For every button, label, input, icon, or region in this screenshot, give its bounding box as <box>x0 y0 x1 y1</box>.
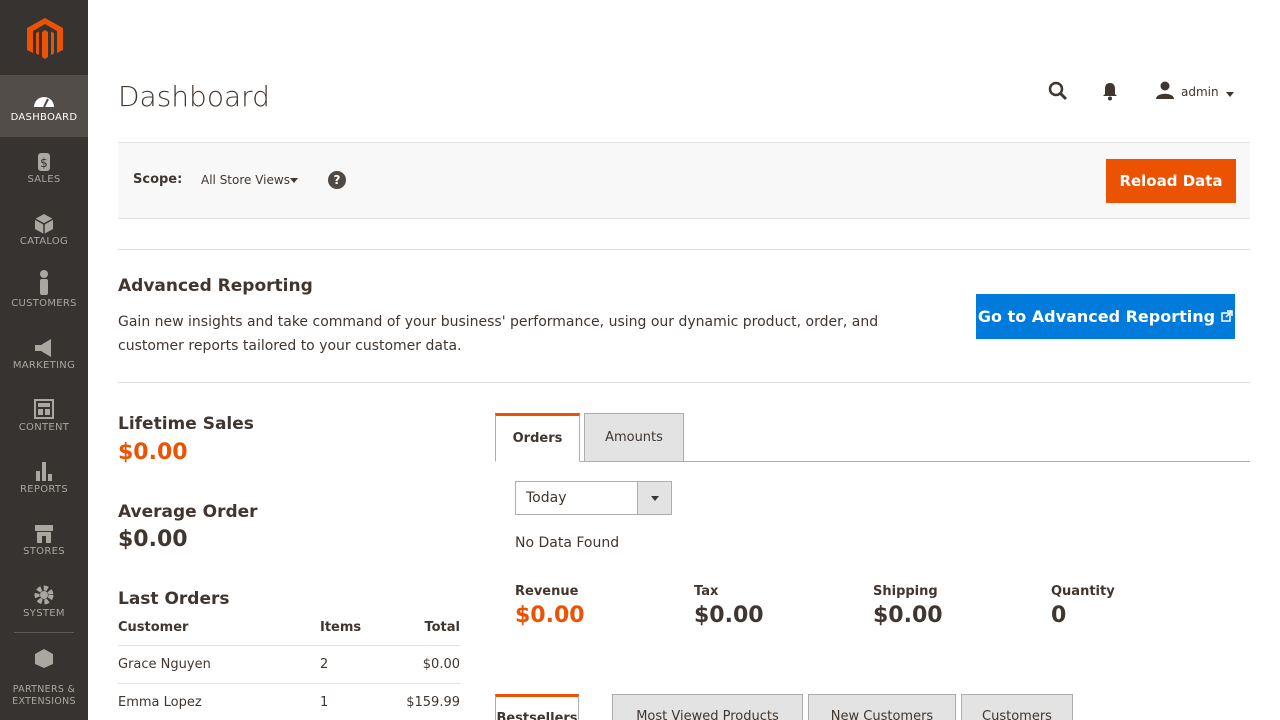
items-cell: 1 <box>320 683 390 720</box>
advanced-reporting-title: Advanced Reporting <box>118 276 313 296</box>
admin-sidebar: Dashboard $ Sales Catalog Customers Mark… <box>0 0 88 720</box>
sidebar-item-label: Catalog <box>19 236 69 247</box>
notifications-button[interactable] <box>1092 76 1128 110</box>
advanced-reporting-description: Gain new insights and take command of yo… <box>118 314 879 354</box>
sidebar-item-label: Sales <box>27 174 61 185</box>
sidebar-item-label: System <box>23 608 65 619</box>
total-cell: $159.99 <box>390 683 460 720</box>
tab-bestsellers[interactable]: Bestsellers <box>495 694 579 720</box>
sidebar-item-catalog[interactable]: Catalog <box>0 199 88 261</box>
sidebar-item-marketing[interactable]: Marketing <box>0 323 88 385</box>
scope-help-icon[interactable]: ? <box>328 171 346 189</box>
sidebar-item-content[interactable]: Content <box>0 385 88 447</box>
scope-value: All Store Views <box>201 173 290 187</box>
advanced-reporting-button-label: Go to Advanced Reporting <box>977 307 1216 326</box>
table-row[interactable]: Grace Nguyen 2 $0.00 <box>118 645 460 684</box>
sidebar-item-stores[interactable]: Stores <box>0 509 88 571</box>
no-data-message: No Data Found <box>515 535 620 551</box>
revenue-value: $0.00 <box>515 603 585 628</box>
global-search-button[interactable] <box>1040 76 1076 110</box>
total-cell: $0.00 <box>390 645 460 684</box>
tab-orders[interactable]: Orders <box>495 413 580 462</box>
quantity-label: Quantity <box>1051 584 1115 599</box>
quantity-value: 0 <box>1051 603 1067 628</box>
gear-icon <box>32 583 56 607</box>
last-orders-table: Customer Items Total Grace Nguyen 2 $0.0… <box>118 620 460 720</box>
lifetime-sales-label: Lifetime Sales <box>118 414 254 434</box>
sidebar-item-label: Customers <box>11 298 77 309</box>
customer-cell: Grace Nguyen <box>118 645 320 684</box>
last-orders-title: Last Orders <box>118 589 230 609</box>
tab-amounts[interactable]: Amounts <box>584 413 684 462</box>
sidebar-item-system[interactable]: System <box>0 571 88 633</box>
user-icon <box>1155 80 1175 104</box>
sidebar-item-sales[interactable]: $ Sales <box>0 137 88 199</box>
table-row[interactable]: Emma Lopez 1 $159.99 <box>118 683 460 720</box>
chevron-down-icon <box>290 178 298 183</box>
sidebar-item-reports[interactable]: Reports <box>0 447 88 509</box>
tax-value: $0.00 <box>694 603 764 628</box>
advanced-reporting-button[interactable]: Go to Advanced Reporting <box>976 294 1235 339</box>
search-icon <box>1048 81 1068 105</box>
sidebar-item-label: Content <box>18 422 70 433</box>
average-order-label: Average Order <box>118 502 258 522</box>
account-menu[interactable]: admin <box>1155 80 1235 104</box>
box-icon <box>32 646 56 670</box>
tab-most-viewed-products[interactable]: Most Viewed Products <box>612 694 803 720</box>
tab-new-customers[interactable]: New Customers <box>808 694 956 720</box>
dollar-icon: $ <box>32 150 56 174</box>
average-order-value: $0.00 <box>118 527 188 552</box>
page-title: Dashboard <box>118 80 270 113</box>
shipping-value: $0.00 <box>873 603 943 628</box>
sidebar-item-label: Partners & Extensions <box>12 684 76 707</box>
magento-logo[interactable] <box>25 16 65 60</box>
column-header: Total <box>390 620 460 646</box>
store-scope-switcher[interactable]: All Store Views <box>188 166 308 194</box>
sidebar-item-customers[interactable]: Customers <box>0 261 88 323</box>
scope-label: Scope: <box>133 172 183 187</box>
person-icon <box>32 269 56 295</box>
sidebar-item-label: Stores <box>23 546 65 557</box>
tax-label: Tax <box>694 584 719 599</box>
sidebar-item-label: Dashboard <box>10 112 78 123</box>
column-header: Customer <box>118 620 320 646</box>
svg-text:$: $ <box>40 156 48 170</box>
column-header: Items <box>320 620 390 646</box>
section-divider <box>118 382 1250 383</box>
sidebar-item-partners-extensions[interactable]: Partners & Extensions <box>0 640 88 707</box>
external-link-icon <box>1221 307 1233 326</box>
lifetime-sales-value: $0.00 <box>118 440 188 465</box>
period-value: Today <box>526 490 567 506</box>
scope-bar: Scope: All Store Views ? Reload Data <box>118 142 1250 219</box>
sidebar-item-label: Marketing <box>12 360 76 371</box>
bar-chart-icon <box>32 459 56 483</box>
table-header-row: Customer Items Total <box>118 620 460 646</box>
chevron-down-icon <box>637 482 671 514</box>
sidebar-item-label: Reports <box>20 484 68 495</box>
bell-icon <box>1101 81 1119 105</box>
account-username: admin <box>1181 85 1219 99</box>
revenue-label: Revenue <box>515 584 579 599</box>
items-cell: 2 <box>320 645 390 684</box>
customer-cell: Emma Lopez <box>118 683 320 720</box>
shipping-label: Shipping <box>873 584 938 599</box>
store-icon <box>32 522 56 546</box>
chart-period-select[interactable]: Today <box>515 481 672 515</box>
tab-customers[interactable]: Customers <box>961 694 1073 720</box>
cube-icon <box>32 212 56 236</box>
megaphone-icon <box>32 336 56 360</box>
sidebar-item-dashboard[interactable]: Dashboard <box>0 75 88 137</box>
dashboard-icon <box>32 89 56 113</box>
sidebar-divider <box>14 632 74 633</box>
reload-data-button[interactable]: Reload Data <box>1106 159 1236 203</box>
chevron-down-icon <box>1225 83 1235 102</box>
layout-icon <box>32 397 56 421</box>
section-divider <box>118 249 1250 250</box>
